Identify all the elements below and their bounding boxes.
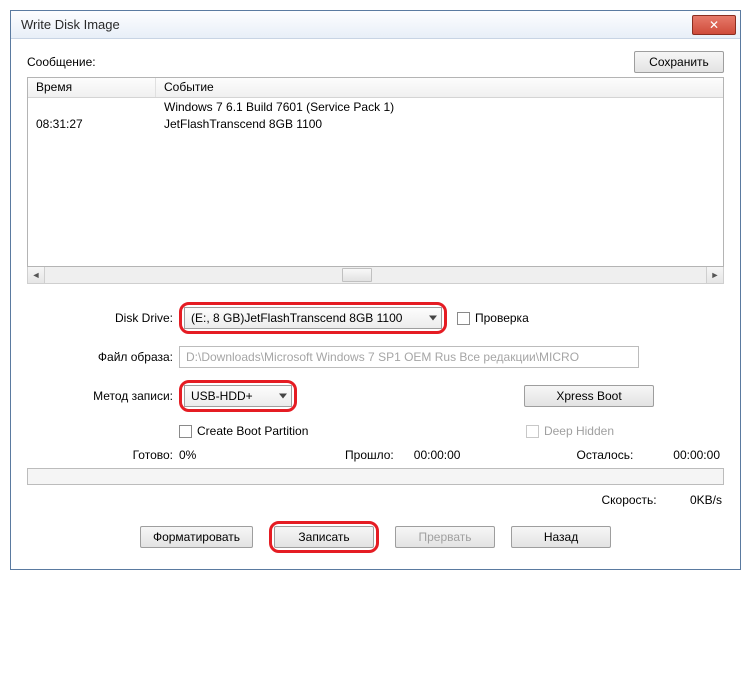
scroll-left-icon[interactable]: ◄: [28, 267, 45, 283]
write-method-select[interactable]: USB-HDD+: [184, 385, 292, 407]
write-button[interactable]: Записать: [274, 526, 374, 548]
elapsed-label: Прошло:: [345, 448, 394, 462]
log-body: Windows 7 6.1 Build 7601 (Service Pack 1…: [28, 98, 723, 266]
chevron-down-icon: [429, 316, 437, 321]
log-row: 08:31:27 JetFlashTranscend 8GB 1100: [28, 117, 723, 134]
ready-value: 0%: [179, 448, 229, 462]
xpress-boot-button[interactable]: Xpress Boot: [524, 385, 654, 407]
elapsed-value: 00:00:00: [414, 448, 461, 462]
abort-button[interactable]: Прервать: [395, 526, 495, 548]
back-button[interactable]: Назад: [511, 526, 611, 548]
disk-drive-label: Disk Drive:: [27, 311, 179, 325]
log-list: Время Событие Windows 7 6.1 Build 7601 (…: [27, 77, 724, 267]
highlight-write-method: USB-HDD+: [179, 380, 297, 412]
window-title: Write Disk Image: [21, 17, 120, 32]
image-file-field[interactable]: D:\Downloads\Microsoft Windows 7 SP1 OEM…: [179, 346, 639, 368]
scroll-thumb[interactable]: [342, 268, 372, 282]
save-button[interactable]: Сохранить: [634, 51, 724, 73]
write-disk-image-window: Write Disk Image ✕ Сообщение: Сохранить …: [10, 10, 741, 570]
scroll-right-icon[interactable]: ►: [706, 267, 723, 283]
titlebar: Write Disk Image ✕: [11, 11, 740, 39]
verify-checkbox[interactable]: [457, 312, 470, 325]
deep-hidden-label: Deep Hidden: [544, 424, 614, 438]
log-scrollbar[interactable]: ◄ ►: [27, 267, 724, 284]
disk-drive-select[interactable]: (E:, 8 GB)JetFlashTranscend 8GB 1100: [184, 307, 442, 329]
image-file-label: Файл образа:: [27, 350, 179, 364]
remain-value: 00:00:00: [673, 448, 720, 462]
verify-label: Проверка: [475, 311, 529, 325]
highlight-disk-drive: (E:, 8 GB)JetFlashTranscend 8GB 1100: [179, 302, 447, 334]
scroll-track[interactable]: [45, 267, 706, 283]
log-column-event[interactable]: Событие: [156, 78, 723, 97]
close-button[interactable]: ✕: [692, 15, 736, 35]
speed-value: 0KB/s: [690, 493, 722, 507]
log-row: Windows 7 6.1 Build 7601 (Service Pack 1…: [28, 100, 723, 117]
log-column-time[interactable]: Время: [28, 78, 156, 97]
write-method-label: Метод записи:: [27, 389, 179, 403]
create-boot-checkbox[interactable]: [179, 425, 192, 438]
ready-label: Готово:: [27, 448, 179, 462]
remain-label: Осталось:: [577, 448, 634, 462]
log-header: Время Событие: [28, 78, 723, 98]
message-label: Сообщение:: [27, 55, 96, 69]
speed-label: Скорость:: [601, 493, 656, 507]
format-button[interactable]: Форматировать: [140, 526, 253, 548]
deep-hidden-checkbox[interactable]: [526, 425, 539, 438]
create-boot-label: Create Boot Partition: [197, 424, 308, 438]
highlight-write-button: Записать: [269, 521, 379, 553]
close-icon: ✕: [709, 18, 719, 32]
content-area: Сообщение: Сохранить Время Событие Windo…: [11, 39, 740, 569]
progress-bar: [27, 468, 724, 485]
chevron-down-icon: [279, 394, 287, 399]
